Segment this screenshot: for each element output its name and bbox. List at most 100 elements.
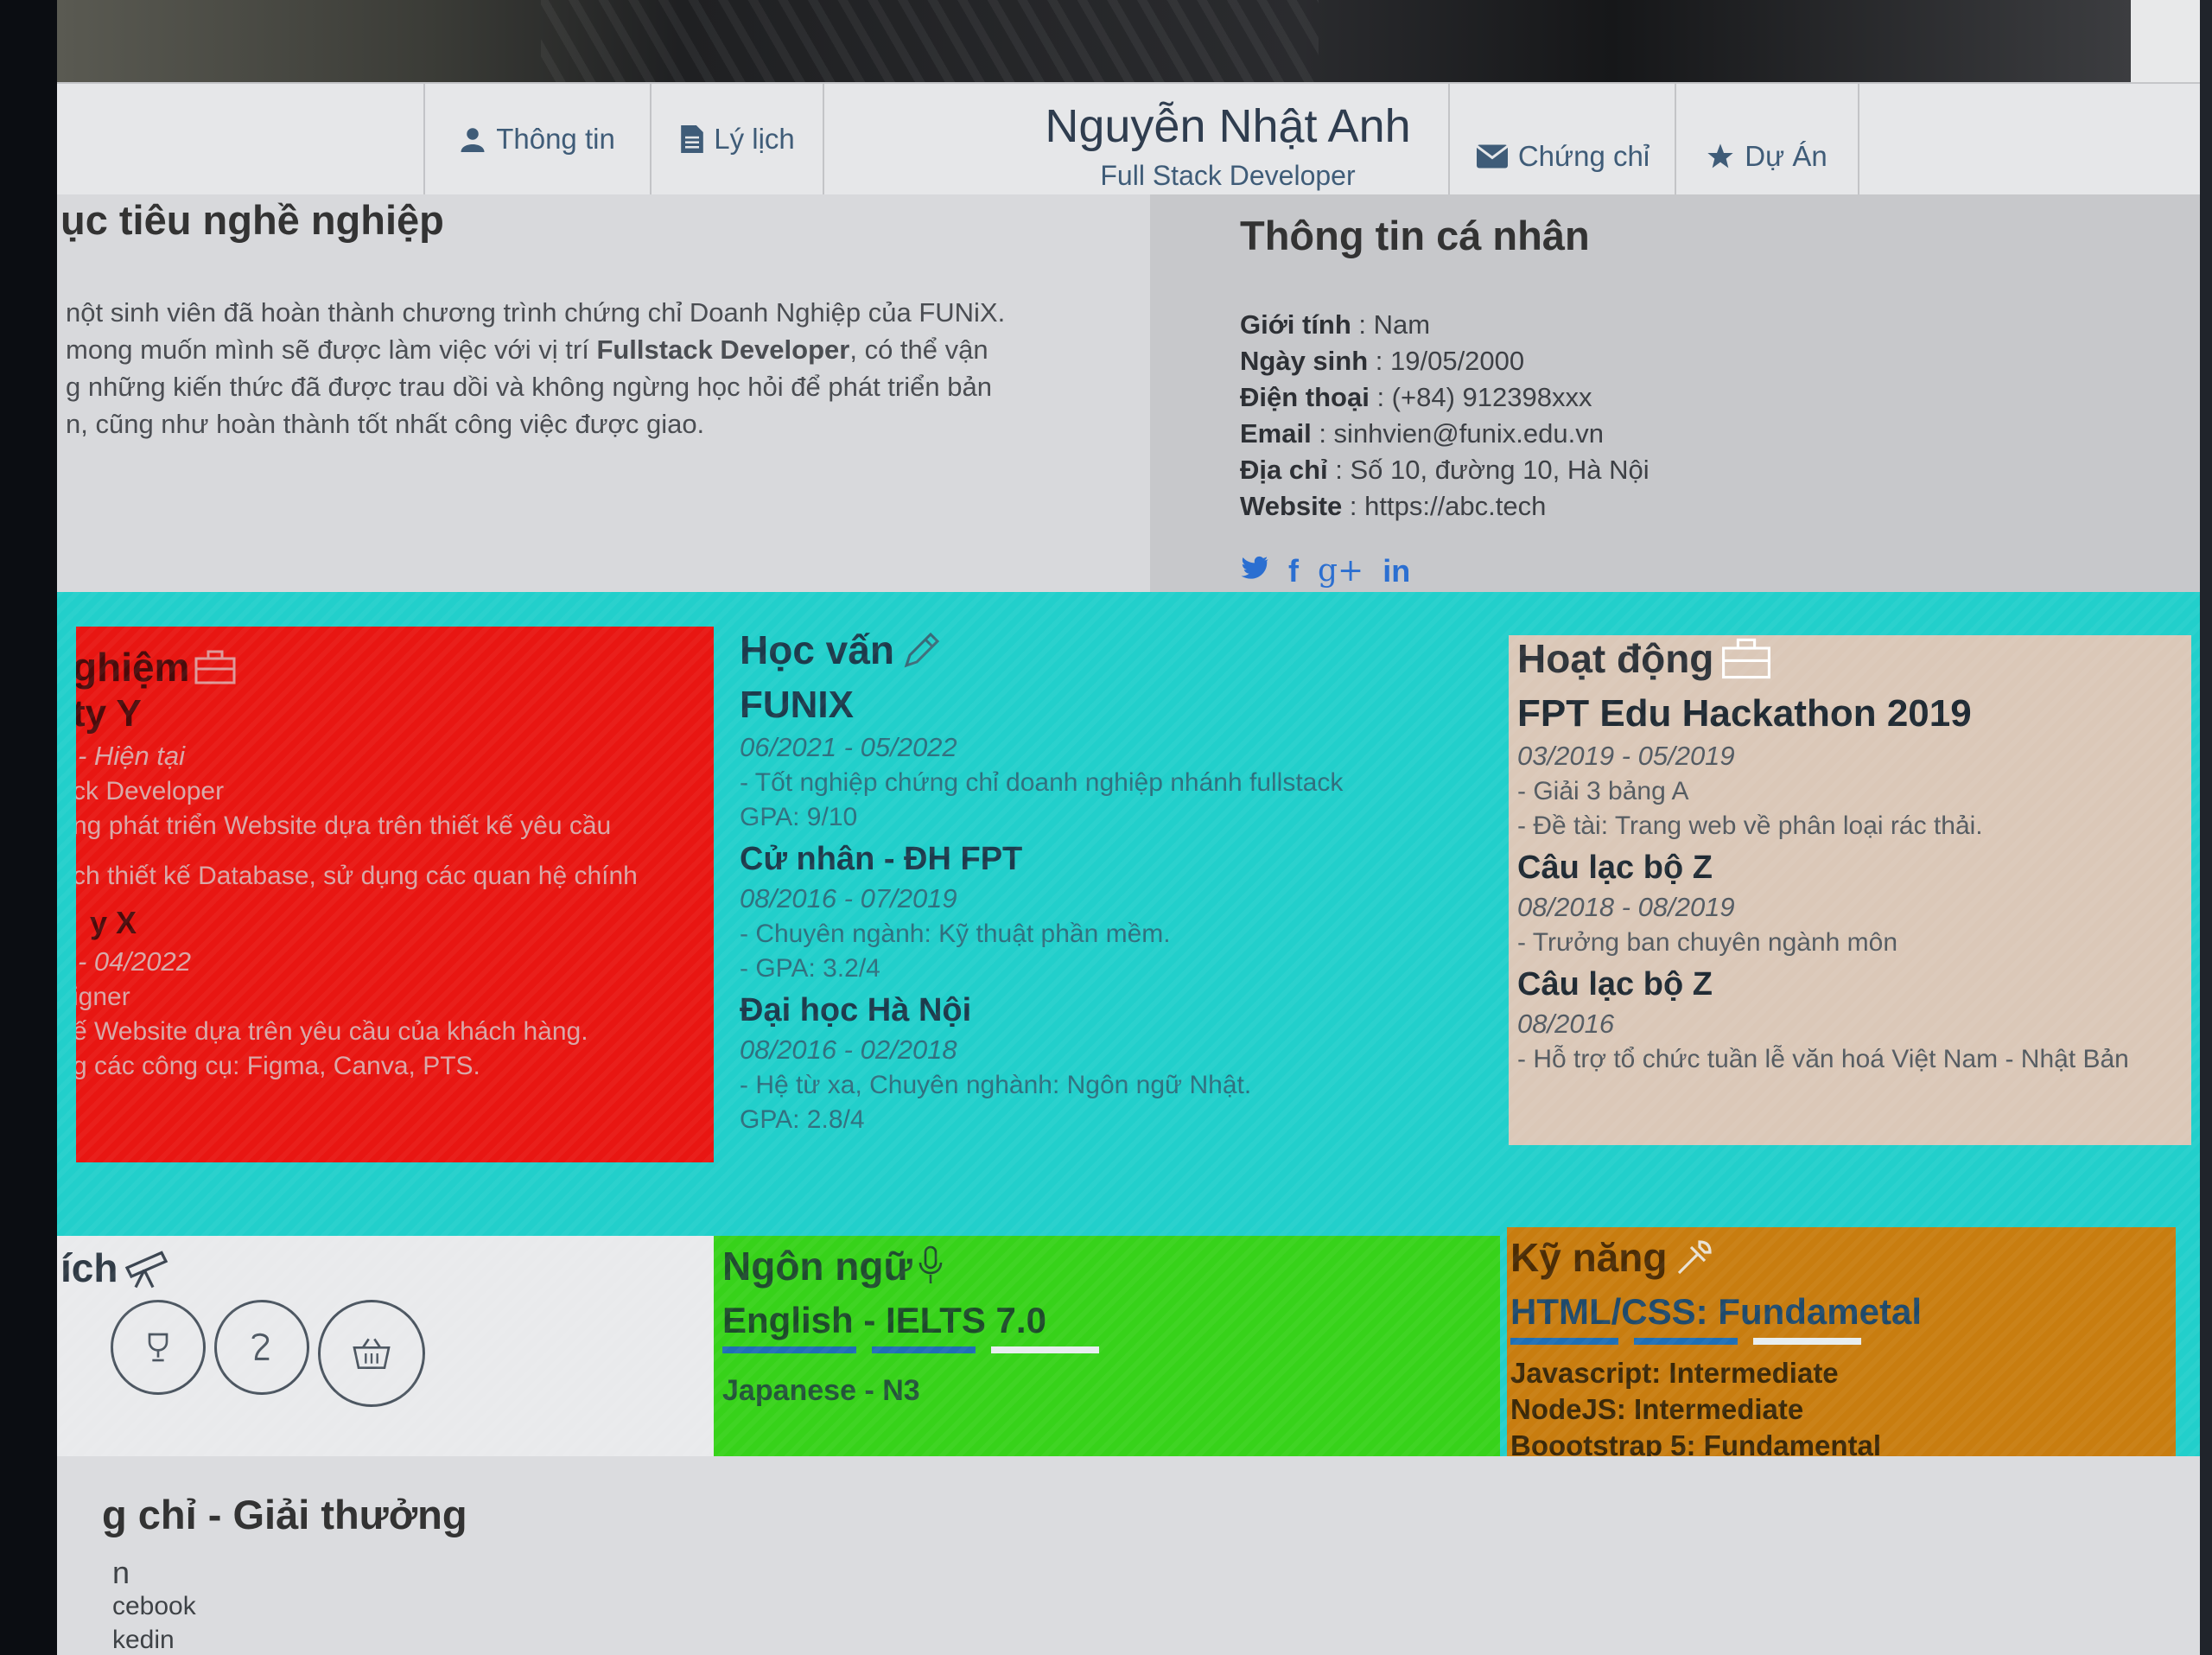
experience-role: ck Developer	[76, 777, 225, 805]
level-segment	[1634, 1338, 1738, 1345]
experience-desc: ế Website dựa trên yêu cầu của khách hàn…	[76, 1017, 588, 1046]
personal-info-list: Giới tính : Nam Ngày sinh : 19/05/2000 Đ…	[1240, 307, 1649, 525]
skills-title: Kỹ năng	[1510, 1234, 2176, 1281]
info-row: Điện thoại : (+84) 912398xxx	[1240, 379, 1649, 416]
awards-list: n cebook kedin	[112, 1556, 196, 1655]
nav-chung-chi[interactable]: Chứng chỉ	[1448, 84, 1676, 212]
nav-thong-tin[interactable]: Thông tin	[423, 84, 650, 194]
education-school: Cử nhân - ĐH FPT	[740, 841, 1023, 877]
objective-text-part: mong muốn mình sẽ được làm việc với vị t…	[66, 334, 597, 365]
objective-line: mong muốn mình sẽ được làm việc với vị t…	[66, 331, 1128, 368]
monitor-bezel-right	[2200, 0, 2212, 1655]
awards-item: cebook	[112, 1592, 196, 1620]
envelope-icon	[1476, 144, 1508, 169]
nav-ly-lich[interactable]: Lý lịch	[650, 84, 824, 194]
nav-ly-lich-label: Lý lịch	[714, 123, 795, 155]
education-school: FUNIX	[740, 684, 854, 726]
info-label: Giới tính	[1240, 309, 1351, 340]
education-title: Học vấn	[740, 627, 1517, 673]
hobby-shopping-icon[interactable]	[318, 1300, 425, 1407]
personal-info-title: Thông tin cá nhân	[1240, 213, 1590, 258]
awards-section: g chỉ - Giải thưởng n cebook kedin	[57, 1456, 2200, 1655]
languages-title: Ngôn ngữ	[722, 1243, 1500, 1289]
hobby-icons	[109, 1300, 714, 1407]
star-icon	[1707, 143, 1733, 169]
language-name: English - IELTS 7.0	[722, 1300, 1046, 1340]
skills-title-text: Kỹ năng	[1510, 1235, 1668, 1280]
career-objective-title: ục tiêu nghề nghiệp	[60, 197, 444, 243]
level-segment	[1510, 1338, 1618, 1345]
info-row: Địa chỉ : Số 10, đường 10, Hà Nội	[1240, 452, 1649, 488]
hobby-trophy-icon[interactable]	[111, 1300, 206, 1395]
experience-date: - 04/2022	[78, 946, 191, 977]
personal-info-section: Thông tin cá nhân Giới tính : Nam Ngày s…	[1150, 194, 2200, 592]
education-date: 08/2016 - 02/2018	[740, 1034, 957, 1065]
objective-position: Fullstack Developer	[596, 334, 850, 365]
resume-details-band: ghiệm ty Y - Hiện tại ck Developer ng ph…	[57, 592, 2200, 1476]
file-icon	[681, 125, 704, 153]
objective-line: nột sinh viên đã hoàn thành chương trình…	[66, 297, 1006, 328]
resume-page: Thông tin Lý lịch Nguyễn Nhật Anh Full S…	[57, 0, 2200, 1655]
nav-du-an[interactable]: Dự Án	[1675, 84, 1859, 212]
info-label: Điện thoại	[1240, 382, 1370, 412]
activity-name: FPT Edu Hackathon 2019	[1517, 692, 1972, 735]
experience-desc: ch thiết kế Database, sử dụng các quan h…	[76, 862, 638, 890]
google-plus-icon[interactable]: g+	[1318, 553, 1363, 589]
education-date: 08/2016 - 07/2019	[740, 883, 957, 913]
skills-card: Kỹ năng HTML/CSS: Fundametal Javascript:…	[1507, 1227, 2176, 1467]
education-detail: - Tốt nghiệp chứng chỉ doanh nghiệp nhán…	[740, 768, 1344, 797]
twitter-icon[interactable]	[1240, 553, 1269, 582]
experience-desc: ng phát triển Website dựa trên thiết kế …	[76, 812, 612, 840]
info-label: Website	[1240, 491, 1343, 521]
briefcase-icon	[194, 650, 236, 684]
info-label: Địa chỉ	[1240, 455, 1328, 485]
languages-card: Ngôn ngữ English - IELTS 7.0 Japanese - …	[714, 1236, 1500, 1476]
education-school: Đại học Hà Nội	[740, 992, 972, 1028]
experience-company: ty Y	[76, 692, 142, 735]
education-detail: - Hệ từ xa, Chuyên nghành: Ngôn ngữ Nhật…	[740, 1071, 1252, 1099]
info-value: : https://abc.tech	[1342, 491, 1547, 521]
skill-level-bar	[1510, 1338, 2176, 1345]
experience-desc: g các công cụ: Figma, Canva, PTS.	[76, 1052, 480, 1080]
activity-date: 08/2016	[1517, 1009, 1615, 1039]
activities-title: Hoạt động	[1517, 635, 2191, 682]
user-icon	[461, 128, 485, 152]
career-objective-section: ục tiêu nghề nghiệp nột sinh viên đã hoà…	[57, 194, 1150, 592]
language-name: Japanese - N3	[722, 1374, 920, 1407]
activities-title-text: Hoạt động	[1517, 636, 1714, 681]
nav-thong-tin-label: Thông tin	[496, 123, 615, 155]
objective-text-part: , có thể vận	[849, 334, 988, 365]
info-value: : Nam	[1351, 309, 1431, 340]
info-row: Email : sinhvien@funix.edu.vn	[1240, 416, 1649, 452]
education-card: Học vấn FUNIX 06/2021 - 05/2022 - Tốt ng…	[740, 627, 1517, 1162]
skill-name: HTML/CSS: Fundametal	[1510, 1291, 1923, 1332]
activities-card: Hoạt động FPT Edu Hackathon 2019 03/2019…	[1509, 635, 2191, 1145]
activity-detail: - Đề tài: Trang web về phân loại rác thả…	[1517, 812, 1983, 840]
linkedin-icon[interactable]: in	[1382, 553, 1410, 589]
info-row: Website : https://abc.tech	[1240, 488, 1649, 525]
hobbies-title-text: ích	[60, 1245, 118, 1290]
social-links: f g+ in	[1240, 553, 1410, 589]
activity-name: Câu lạc bộ Z	[1517, 850, 1713, 886]
level-segment	[1753, 1338, 1861, 1345]
objective-line: g những kiến thức đã được trau dồi và kh…	[66, 372, 992, 402]
experience-title-text: ghiệm	[76, 645, 190, 690]
telescope-icon	[125, 1251, 168, 1289]
nav-du-an-label: Dự Án	[1745, 140, 1827, 172]
education-detail: GPA: 2.8/4	[740, 1105, 865, 1134]
level-segment	[991, 1346, 1099, 1353]
facebook-icon[interactable]: f	[1288, 553, 1299, 589]
info-value: : sinhvien@funix.edu.vn	[1311, 418, 1604, 449]
education-detail: - GPA: 3.2/4	[740, 954, 880, 983]
info-label: Ngày sinh	[1240, 346, 1369, 376]
info-value: : 19/05/2000	[1368, 346, 1525, 376]
info-value: : (+84) 912398xxx	[1369, 382, 1592, 412]
experience-date: - Hiện tại	[78, 741, 186, 771]
briefcase-icon	[1722, 638, 1771, 679]
info-value: : Số 10, đường 10, Hà Nội	[1327, 455, 1649, 485]
tools-icon	[1678, 1240, 1713, 1275]
hobby-music-icon[interactable]	[214, 1300, 309, 1395]
language-level-bar	[722, 1346, 1500, 1353]
activity-detail: - Trưởng ban chuyên ngành môn	[1517, 928, 1898, 957]
awards-title: g chỉ - Giải thưởng	[102, 1492, 467, 1537]
